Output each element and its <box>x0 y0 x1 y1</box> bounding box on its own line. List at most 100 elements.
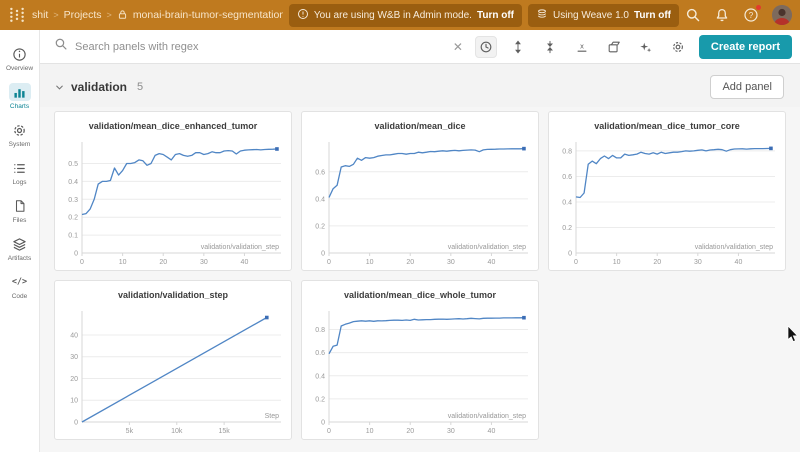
line-chart: 00.20.40.60.8010203040validation/validat… <box>549 136 785 270</box>
help-icon[interactable]: ? <box>743 7 759 23</box>
sidebar-label: System <box>9 141 31 148</box>
svg-text:0: 0 <box>568 251 572 258</box>
gear-icon[interactable] <box>667 36 689 58</box>
svg-text:?: ? <box>749 11 754 20</box>
sidebar-item-files[interactable]: Files <box>0 192 40 230</box>
expand-vertical-icon[interactable] <box>507 36 529 58</box>
svg-text:validation/validation_step: validation/validation_step <box>695 244 773 251</box>
code-icon: </> <box>9 273 31 291</box>
user-avatar[interactable] <box>772 5 792 25</box>
line-chart: 00.10.20.30.40.5010203040validation/vali… <box>55 136 291 270</box>
search-input[interactable] <box>75 41 444 53</box>
svg-text:Step: Step <box>265 413 280 420</box>
svg-text:0.4: 0.4 <box>562 199 572 206</box>
svg-text:0.8: 0.8 <box>562 148 572 155</box>
svg-text:15k: 15k <box>218 428 230 435</box>
sidebar-item-charts[interactable]: Charts <box>0 78 40 116</box>
sidebar-label: Code <box>12 293 28 300</box>
svg-text:30: 30 <box>447 428 455 435</box>
sidebar-item-logs[interactable]: Logs <box>0 154 40 192</box>
add-panel-button[interactable]: Add panel <box>710 75 784 99</box>
admin-banner-text: You are using W&B in Admin mode. <box>314 10 472 21</box>
breadcrumb-separator: > <box>53 10 58 20</box>
svg-text:0: 0 <box>80 259 84 266</box>
clear-search-icon[interactable]: ✕ <box>451 40 465 54</box>
create-report-button[interactable]: Create report <box>699 35 792 59</box>
svg-text:10k: 10k <box>171 428 183 435</box>
svg-text:20: 20 <box>406 259 414 266</box>
svg-text:validation/validation_step: validation/validation_step <box>448 244 526 251</box>
history-icon[interactable] <box>475 36 497 58</box>
admin-mode-banner: You are using W&B in Admin mode. Turn of… <box>289 4 522 27</box>
chart-title: validation/mean_dice_tumor_core <box>549 112 785 136</box>
info-circle-icon <box>9 45 31 63</box>
breadcrumb-project[interactable]: monai-brain-tumor-segmentation <box>133 9 283 21</box>
chart-card-validation-step[interactable]: validation/validation_step 0102030405k10… <box>54 280 292 440</box>
svg-text:0.2: 0.2 <box>68 215 78 222</box>
section-title: validation <box>71 80 127 94</box>
svg-text:30: 30 <box>447 259 455 266</box>
collapse-vertical-icon[interactable] <box>539 36 561 58</box>
x-axis-icon[interactable]: x <box>571 36 593 58</box>
gear-icon <box>9 121 31 139</box>
section-panel-count: 5 <box>137 81 143 93</box>
svg-text:10: 10 <box>613 259 621 266</box>
admin-turn-off-button[interactable]: Turn off <box>477 10 514 21</box>
chevron-down-icon <box>54 82 65 93</box>
sidebar-label: Artifacts <box>8 255 31 262</box>
search-icon <box>54 37 68 56</box>
sidebar-item-overview[interactable]: Overview <box>0 40 40 78</box>
svg-text:validation/validation_step: validation/validation_step <box>448 413 526 420</box>
svg-text:0: 0 <box>321 251 325 258</box>
chart-card-mean-dice-whole-tumor[interactable]: validation/mean_dice_whole_tumor 0 0.2 0.4… <box>301 280 539 440</box>
svg-text:0: 0 <box>574 259 578 266</box>
svg-text:0: 0 <box>321 420 325 427</box>
section-collapse-toggle[interactable]: validation 5 <box>54 80 143 94</box>
svg-text:0: 0 <box>74 251 78 258</box>
chart-card-mean-dice-enhanced-tumor[interactable]: validation/mean_dice_enhanced_tumor 00.1… <box>54 111 292 271</box>
sparkle-icon[interactable] <box>635 36 657 58</box>
bell-icon[interactable] <box>714 7 730 23</box>
svg-text:0.4: 0.4 <box>315 373 325 380</box>
svg-text:20: 20 <box>406 428 414 435</box>
svg-text:40: 40 <box>488 428 496 435</box>
svg-text:x: x <box>580 41 584 50</box>
svg-text:20: 20 <box>653 259 661 266</box>
weave-turn-off-button[interactable]: Turn off <box>634 10 671 21</box>
notification-dot <box>756 5 761 10</box>
sidebar-label: Overview <box>6 65 33 72</box>
sidebar-label: Files <box>13 217 27 224</box>
line-chart: 00.20.40.60.8010203040validation/validat… <box>302 305 538 439</box>
run-sidebar: Overview Charts System Logs <box>0 30 40 452</box>
svg-text:40: 40 <box>70 332 78 339</box>
sidebar-label: Logs <box>12 179 26 186</box>
sidebar-item-code[interactable]: </> Code <box>0 268 40 306</box>
svg-text:0.5: 0.5 <box>68 161 78 168</box>
sidebar-item-artifacts[interactable]: Artifacts <box>0 230 40 268</box>
list-icon <box>9 159 31 177</box>
panels-icon[interactable] <box>603 36 625 58</box>
top-navbar: shit > Projects > monai-brain-tumor-segm… <box>0 0 800 30</box>
chart-card-mean-dice-tumor-core[interactable]: validation/mean_dice_tumor_core 00.20.40… <box>548 111 786 271</box>
sidebar-item-system[interactable]: System <box>0 116 40 154</box>
breadcrumb-user[interactable]: shit <box>32 9 48 21</box>
topbar-actions: ? <box>685 5 792 25</box>
svg-text:0.2: 0.2 <box>315 396 325 403</box>
search-icon[interactable] <box>685 7 701 23</box>
svg-text:0.6: 0.6 <box>315 350 325 357</box>
svg-text:30: 30 <box>70 354 78 361</box>
svg-text:0.3: 0.3 <box>68 197 78 204</box>
svg-text:10: 10 <box>119 259 127 266</box>
chart-card-mean-dice[interactable]: validation/mean_dice 00.20.40.6010203040… <box>301 111 539 271</box>
svg-text:30: 30 <box>200 259 208 266</box>
svg-text:validation/validation_step: validation/validation_step <box>201 244 279 251</box>
svg-text:40: 40 <box>241 259 249 266</box>
svg-text:20: 20 <box>159 259 167 266</box>
svg-text:0.2: 0.2 <box>315 223 325 230</box>
svg-text:10: 10 <box>366 259 374 266</box>
svg-text:10: 10 <box>366 428 374 435</box>
chart-title: validation/mean_dice_whole_tumor <box>302 281 538 305</box>
breadcrumb-projects[interactable]: Projects <box>64 9 102 21</box>
svg-text:20: 20 <box>70 376 78 383</box>
wandb-logo-icon[interactable] <box>8 6 26 24</box>
